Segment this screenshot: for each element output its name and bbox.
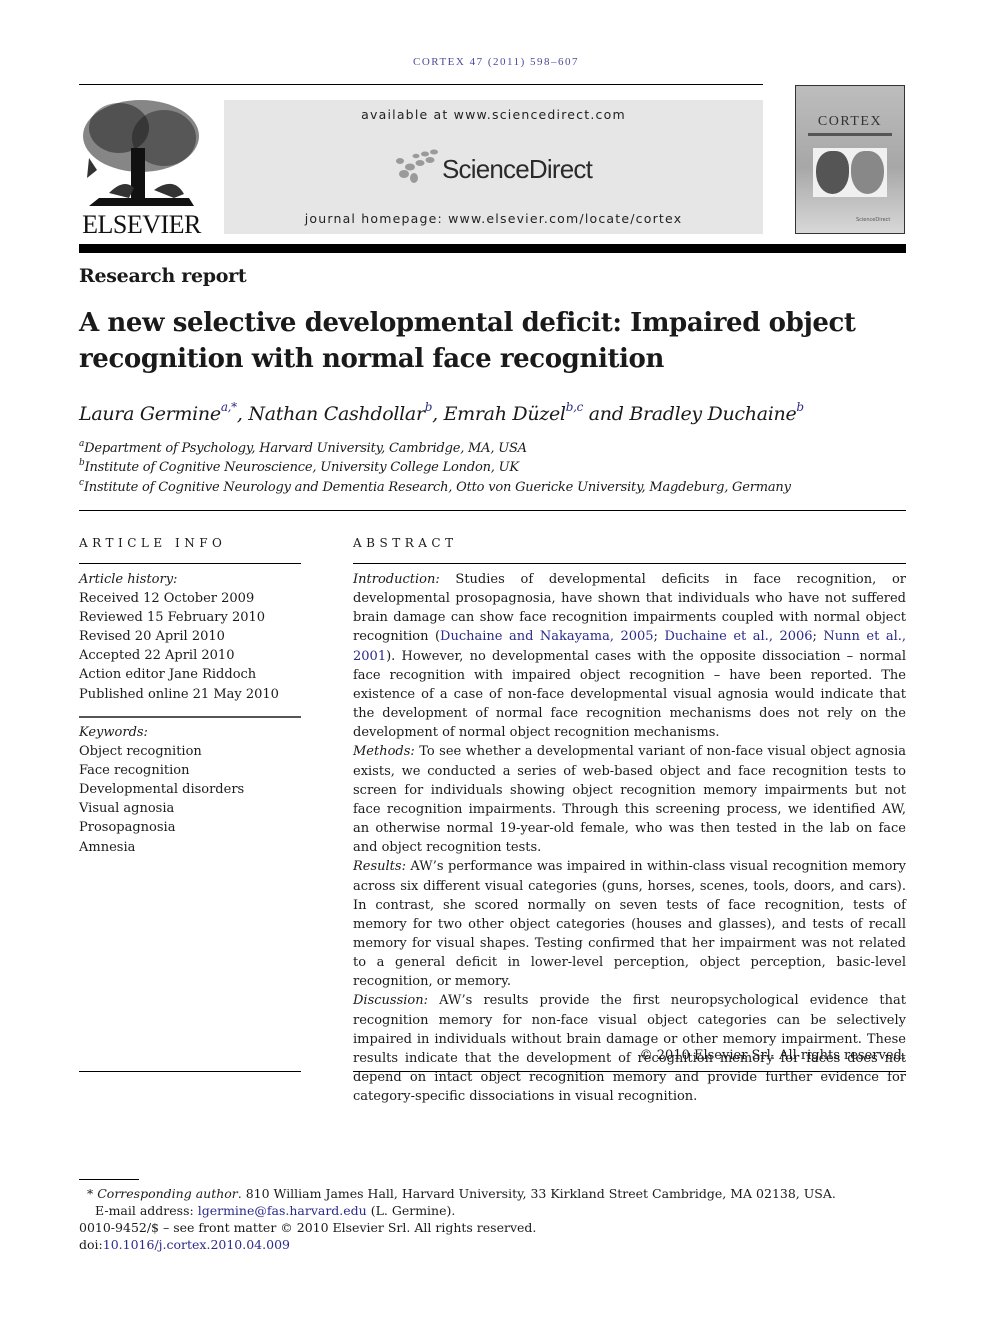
email-link[interactable]: lgermine@fas.harvard.edu	[198, 1203, 367, 1218]
results-label: Results:	[353, 859, 406, 875]
affiliation-key: c	[79, 478, 84, 488]
keyword-item: Face recognition	[79, 763, 190, 779]
affiliation: aDepartment of Psychology, Harvard Unive…	[79, 439, 527, 456]
article-info-bottom-rule	[79, 1071, 301, 1072]
elsevier-tree-icon	[79, 98, 204, 208]
email-note: E-mail address: lgermine@fas.harvard.edu…	[95, 1202, 455, 1220]
keyword-item: Developmental disorders	[79, 782, 245, 798]
discussion-label: Discussion:	[353, 993, 428, 1009]
history-item: Revised 20 April 2010	[79, 629, 225, 645]
article-title: A new selective developmental deficit: I…	[79, 308, 856, 374]
available-at-link[interactable]: available at www.sciencedirect.com	[224, 107, 763, 122]
doi-line: doi:10.1016/j.cortex.2010.04.009	[79, 1236, 290, 1254]
author-name: Laura Germine	[79, 403, 221, 425]
history-item: Accepted 22 April 2010	[79, 648, 235, 664]
article-history-label: Article history:	[79, 572, 178, 587]
author-separator: ,	[432, 403, 444, 425]
abstract-body: Introduction: Studies of developmental d…	[353, 570, 906, 1106]
results-text: AW’s performance was impaired in within-…	[353, 859, 906, 990]
corresponding-author-address: . 810 William James Hall, Harvard Univer…	[237, 1186, 836, 1201]
affiliation: cInstitute of Cognitive Neurology and De…	[79, 478, 791, 495]
cover-publisher-mark: ScienceDirect	[856, 217, 891, 223]
author-affiliation-marker[interactable]: a,*	[221, 400, 237, 414]
footnote-rule	[79, 1179, 139, 1180]
abstract-heading: ABSTRACT	[353, 536, 458, 550]
keywords: Keywords: Object recognition Face recogn…	[79, 723, 244, 857]
article-history: Article history: Received 12 October 200…	[79, 570, 279, 704]
methods-label: Methods:	[353, 744, 415, 760]
keywords-rule	[79, 716, 301, 718]
email-label: E-mail address:	[95, 1203, 198, 1218]
journal-reference[interactable]: CORTEX 47 (2011) 598–607	[0, 56, 992, 68]
elsevier-logo[interactable]: ELSEVIER	[79, 98, 204, 239]
citation-link[interactable]: Duchaine and Nakayama, 2005	[440, 629, 654, 644]
abstract-copyright: © 2010 Elsevier Srl. All rights reserved…	[639, 1048, 906, 1063]
history-item: Reviewed 15 February 2010	[79, 610, 266, 626]
sciencedirect-dots-icon	[396, 149, 438, 183]
abstract-results: Results: AW’s performance was impaired i…	[353, 857, 906, 991]
keyword-item: Amnesia	[79, 839, 136, 855]
history-item: Received 12 October 2009	[79, 591, 255, 607]
article-type-label: Research report	[79, 265, 247, 287]
header-rule	[79, 84, 763, 85]
brain-right-icon	[851, 151, 884, 194]
affiliation-key: b	[79, 458, 85, 468]
article-info-heading: ARTICLE INFO	[79, 536, 227, 550]
abstract-introduction: Introduction: Studies of developmental d…	[353, 572, 907, 741]
affiliation-text: Institute of Cognitive Neurology and Dem…	[83, 480, 791, 495]
journal-homepage-link[interactable]: journal homepage: www.elsevier.com/locat…	[224, 211, 763, 226]
author-affiliation-marker[interactable]: b	[796, 400, 804, 414]
affiliation-key: a	[79, 439, 85, 449]
cover-subtitle-bar	[808, 133, 892, 136]
issn-line: 0010-9452/$ – see front matter © 2010 El…	[79, 1220, 537, 1235]
abstract-rule	[353, 563, 906, 564]
cover-title: CORTEX	[817, 114, 883, 129]
author-list: Laura Germinea,*, Nathan Cashdollarb, Em…	[79, 400, 804, 425]
keyword-item: Prosopagnosia	[79, 820, 176, 836]
abstract-methods: Methods: To see whether a developmental …	[353, 742, 906, 857]
sciencedirect-banner: available at www.sciencedirect.com Scien…	[224, 100, 763, 234]
affiliation-text: Department of Psychology, Harvard Univer…	[84, 441, 527, 456]
history-item: Action editor Jane Riddoch	[79, 667, 257, 683]
author-name: Nathan Cashdollar	[248, 403, 425, 425]
history-item: Published online 21 May 2010	[79, 686, 279, 702]
author-name: Bradley Duchaine	[629, 403, 797, 425]
affiliation: bInstitute of Cognitive Neuroscience, Un…	[79, 458, 520, 475]
keyword-item: Visual agnosia	[79, 801, 175, 817]
title-block-rule	[79, 510, 906, 511]
author-name: Emrah Düzel	[443, 403, 566, 425]
doi-label: doi:	[79, 1237, 103, 1252]
article-info-rule	[79, 563, 301, 564]
author-affiliation-marker[interactable]: b,c	[566, 400, 584, 414]
introduction-label: Introduction:	[353, 572, 440, 587]
author-separator: ,	[236, 403, 249, 425]
citation-link[interactable]: Duchaine et al., 2006	[664, 629, 812, 644]
corresponding-author-label: Corresponding author	[97, 1186, 238, 1201]
cover-brain-image	[813, 148, 887, 197]
author-affiliation-marker[interactable]: b	[425, 400, 433, 414]
keyword-item: Object recognition	[79, 744, 202, 760]
methods-text: To see whether a developmental variant o…	[353, 744, 906, 856]
introduction-text: ). However, no developmental cases with …	[353, 648, 906, 741]
footnote-marker: *	[87, 1186, 94, 1201]
sciencedirect-wordmark: ScienceDirect	[442, 154, 593, 184]
doi-link[interactable]: 10.1016/j.cortex.2010.04.009	[103, 1237, 290, 1252]
sciencedirect-logo[interactable]: ScienceDirect	[390, 148, 610, 188]
email-suffix: (L. Germine).	[366, 1203, 456, 1218]
keywords-label: Keywords:	[79, 725, 148, 740]
elsevier-wordmark: ELSEVIER	[82, 210, 201, 239]
brain-left-icon	[816, 151, 849, 194]
journal-cover-image[interactable]: CORTEX ScienceDirect	[795, 85, 905, 234]
corresponding-author-note: * Corresponding author. 810 William Jame…	[87, 1185, 836, 1203]
abstract-bottom-rule	[353, 1071, 906, 1072]
affiliation-text: Institute of Cognitive Neuroscience, Uni…	[84, 460, 520, 475]
author-separator: and	[583, 403, 630, 425]
header-thick-rule	[79, 244, 906, 253]
